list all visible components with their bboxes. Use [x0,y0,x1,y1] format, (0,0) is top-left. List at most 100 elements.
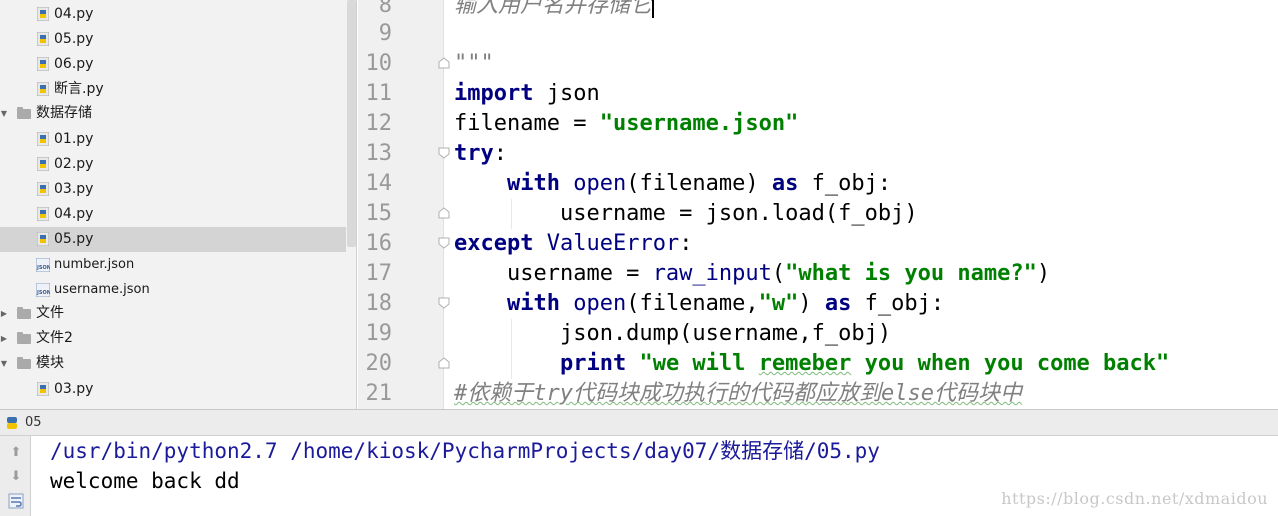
python-file-icon [36,231,50,247]
tree-item-number-json[interactable]: JSON number.json [0,252,346,277]
tree-item-label: 断言.py [54,81,104,97]
tree-folder-wenjian2[interactable]: ▶ 文件2 [0,326,346,351]
line-number: 15 [365,201,393,226]
collapse-arrow-icon[interactable]: ▶ [0,326,8,351]
run-tab-title[interactable]: 05 [25,410,42,436]
fold-marker-icon[interactable] [438,237,450,249]
keyword: as [824,291,852,316]
keyword: print [559,351,627,376]
folder-icon [17,307,31,319]
code-line-19: json.dump(username,f_obj) [454,319,891,349]
tree-item-label: 文件2 [36,330,73,346]
tree-item-06-py[interactable]: 06.py [0,52,346,77]
line-number: 21 [365,381,393,406]
keyword: import [454,81,534,106]
line-number: 17 [365,261,393,286]
line-number: 8 [378,0,392,18]
line-number: 11 [365,81,393,106]
tree-folder-wenjian[interactable]: ▶ 文件 [0,301,346,326]
fold-marker-icon[interactable] [438,147,450,159]
python-file-icon [36,131,50,147]
tree-folder-shujucunchu[interactable]: ▼ 数据存储 [0,101,346,126]
code-line-12: filename = "username.json" [454,109,798,139]
line-number: 12 [365,111,393,136]
python-file-icon [36,6,50,22]
code-text: ( [771,261,786,286]
soft-wrap-icon[interactable] [8,493,24,509]
line-number: 9 [378,21,392,46]
svg-text:JSON: JSON [36,290,50,296]
line-number: 18 [365,291,393,316]
tree-item-02-py[interactable]: 02.py [0,152,346,177]
tree-folder-mokuai[interactable]: ▼ 模块 [0,351,346,376]
text-caret [652,0,655,18]
tree-item-03-py[interactable]: 03.py [0,377,346,402]
collapse-arrow-icon[interactable]: ▶ [0,301,8,326]
json-file-icon: JSON [35,257,51,273]
fold-marker-icon[interactable] [438,357,450,369]
code-text: json [533,81,600,106]
tree-item-05-py-selected[interactable]: 05.py [0,227,346,252]
python-file-icon [36,81,50,97]
up-arrow-icon[interactable]: ⬆ [8,444,24,460]
tree-item-04-py[interactable]: 04.py [0,202,346,227]
code-line-20: print "we will remeber you when you come… [454,349,1169,379]
python-file-icon [36,31,50,47]
expand-arrow-icon[interactable]: ▼ [0,101,8,126]
code-text: username = [454,261,653,286]
project-tree: 04.py 05.py 06.py 断言.py ▼ 数据存储 01.py 02.… [0,0,357,409]
tree-item-01-py[interactable]: 01.py [0,127,346,152]
line-number: 14 [365,171,393,196]
expand-arrow-icon[interactable]: ▼ [0,351,8,376]
fold-marker-icon[interactable] [438,57,450,69]
code-text: json.dump(username,f_obj) [454,321,892,346]
python-run-icon [7,417,17,429]
comment: #依赖于try代码块成功执行的代码都应放到else代码块中 [454,381,1022,406]
folder-icon [17,107,31,119]
run-panel-header: 05 [0,409,1278,436]
code-line-13: try: [454,139,507,169]
code-line-14: with open(filename) as f_obj: [454,169,891,199]
builtin: ValueError [546,231,680,256]
tree-item-label: 03.py [54,181,94,197]
string-literal: "we will [639,351,759,376]
fold-marker-icon[interactable] [438,297,450,309]
tree-item-04-py[interactable]: 04.py [0,2,346,27]
tree-item-05-py[interactable]: 05.py [0,27,346,52]
tree-item-label: 01.py [54,131,94,147]
code-line-16: except ValueError: [454,229,692,259]
line-number: 19 [365,321,393,346]
code-line-18: with open(filename,"w") as f_obj: [454,289,944,319]
down-arrow-icon[interactable]: ⬇ [8,468,24,484]
json-file-icon: JSON [35,282,51,298]
tree-item-label: 04.py [54,6,94,22]
tree-item-label: 04.py [54,206,94,222]
code-text: ) [798,291,825,316]
string-literal: "username.json" [599,111,799,136]
folder-icon [17,357,31,369]
folder-icon [17,332,31,344]
line-number: 20 [365,351,393,376]
code-text: : [493,141,507,166]
tree-scrollbar[interactable] [347,0,356,247]
run-toolbar: ⬆ ⬇ [0,436,31,516]
code-text: ) [1036,261,1051,286]
code-line-15: username = json.load(f_obj) [454,199,918,229]
tree-item-label: 02.py [54,156,94,172]
builtin: open [573,291,627,316]
tree-item-label: number.json [54,257,135,272]
keyword: with [506,171,560,196]
python-file-icon [36,206,50,222]
fold-marker-icon[interactable] [438,207,450,219]
tree-item-duanyan-py[interactable]: 断言.py [0,77,346,102]
tree-item-username-json[interactable]: JSON username.json [0,277,346,302]
python-file-icon [36,181,50,197]
tree-item-03-py[interactable]: 03.py [0,177,346,202]
code-editor[interactable]: 8 9 10 11 12 13 14 15 16 17 18 19 20 21 … [358,0,1278,409]
